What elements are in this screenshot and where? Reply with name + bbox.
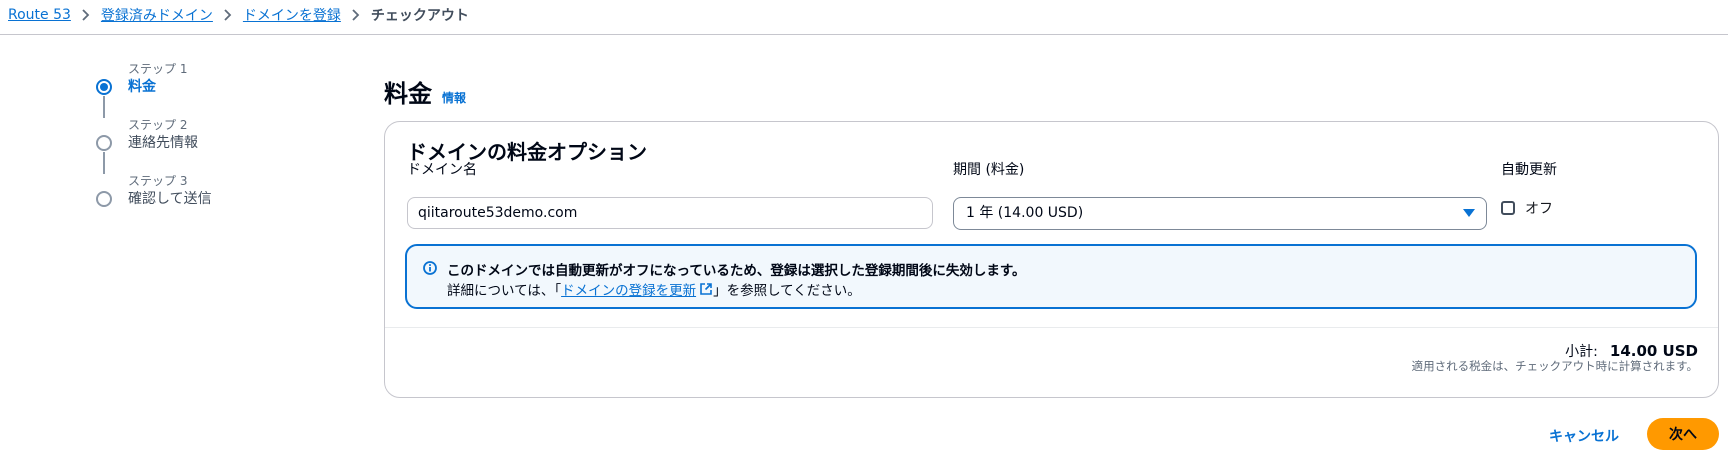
- step-number: ステップ 1: [128, 62, 188, 76]
- pricing-options-container: ドメインの料金オプション ドメイン名 qiitaroute53demo.com …: [384, 121, 1719, 398]
- chevron-right-icon: [341, 7, 371, 23]
- auto-renew-option-label: オフ: [1525, 201, 1553, 217]
- step-connector: [103, 96, 105, 118]
- tax-note: 適用される税金は、チェックアウト時に計算されます。: [1411, 359, 1698, 373]
- header-divider: [0, 34, 1728, 35]
- info-alert: このドメインでは自動更新がオフになっているため、登録は選択した登録期間後に失効し…: [405, 244, 1697, 309]
- auto-renew-label: 自動更新: [1501, 162, 1557, 178]
- alert-details-prefix: 詳細については、「: [447, 283, 562, 299]
- cancel-button[interactable]: キャンセル: [1540, 420, 1628, 452]
- chevron-right-icon: [213, 7, 243, 23]
- alert-details-suffix: 」を参照してください。: [713, 283, 861, 299]
- step-active-icon: [96, 79, 112, 95]
- alert-message: このドメインでは自動更新がオフになっているため、登録は選択した登録期間後に失効し…: [447, 263, 1026, 279]
- period-label: 期間 (料金): [953, 162, 1025, 178]
- step-title: 料金: [128, 79, 156, 95]
- step-review-submit: ステップ 3 確認して送信: [96, 174, 316, 230]
- step-number: ステップ 2: [128, 118, 188, 132]
- step-title: 確認して送信: [128, 191, 212, 207]
- auto-renew-toggle[interactable]: オフ: [1501, 198, 1553, 218]
- chevron-right-icon: [71, 7, 101, 23]
- breadcrumb-current: チェックアウト: [370, 8, 469, 24]
- breadcrumb-register-domain[interactable]: ドメインを登録: [243, 5, 341, 25]
- domain-name-label: ドメイン名: [407, 162, 477, 178]
- container-divider: [385, 327, 1718, 328]
- period-selected-value: 1 年 (14.00 USD): [966, 205, 1084, 221]
- next-button[interactable]: 次へ: [1647, 418, 1719, 450]
- period-select[interactable]: 1 年 (14.00 USD): [953, 197, 1487, 230]
- auto-renew-checkbox[interactable]: [1501, 201, 1515, 215]
- breadcrumb-route53[interactable]: Route 53: [8, 7, 71, 23]
- info-link[interactable]: 情報: [442, 89, 466, 106]
- breadcrumb: Route 53 登録済みドメイン ドメインを登録 チェックアウト: [8, 4, 469, 26]
- info-icon: [423, 261, 437, 275]
- step-pending-icon: [96, 135, 112, 151]
- caret-down-icon: [1463, 209, 1475, 217]
- page-title: 料金: [384, 80, 432, 108]
- wizard-steps: ステップ 1 料金 ステップ 2 連絡先情報 ステップ 3 確認して送信: [96, 62, 316, 230]
- domain-name-field[interactable]: qiitaroute53demo.com: [407, 197, 933, 229]
- alert-details: 詳細については、「 ドメインの登録を更新 」を参照してください。: [447, 279, 861, 299]
- step-connector: [103, 152, 105, 174]
- external-link-icon: [700, 283, 712, 295]
- step-contact-info: ステップ 2 連絡先情報: [96, 118, 316, 174]
- step-number: ステップ 3: [128, 174, 188, 188]
- breadcrumb-registered-domains[interactable]: 登録済みドメイン: [101, 5, 213, 25]
- page-header: 料金 情報: [384, 74, 466, 109]
- renew-domain-link-text: ドメインの登録を更新: [561, 283, 697, 299]
- step-pricing[interactable]: ステップ 1 料金: [96, 62, 316, 118]
- step-pending-icon: [96, 191, 112, 207]
- renew-domain-link[interactable]: ドメインの登録を更新: [561, 279, 713, 299]
- step-title: 連絡先情報: [128, 135, 198, 151]
